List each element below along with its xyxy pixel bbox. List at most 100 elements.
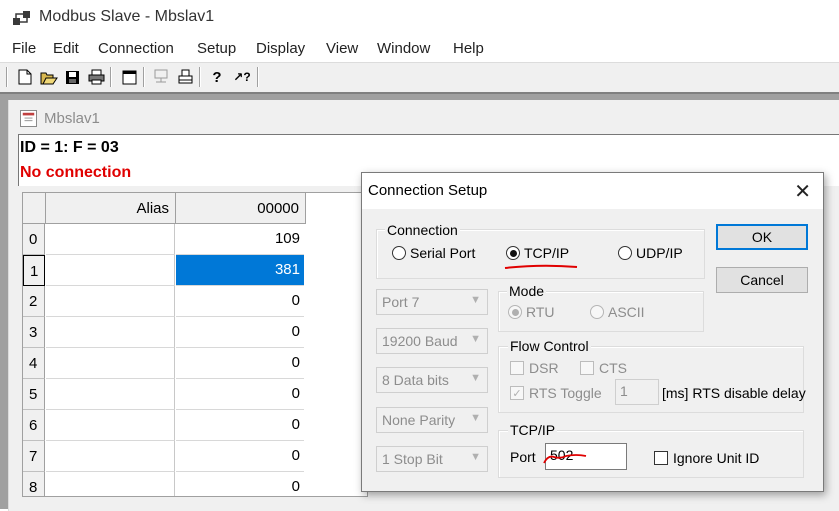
new-document-icon[interactable] [14,66,36,88]
register-value-cell[interactable]: 381 [176,255,304,286]
cts-label: CTS [599,360,627,376]
menu-file[interactable]: File [12,40,36,57]
port-combo-value: Port 7 [382,294,420,310]
menu-display[interactable]: Display [256,40,305,57]
baud-combo[interactable]: 19200 Baud ▼ [376,328,488,354]
register-grid[interactable]: Alias 00000 0 109 1 381 2 0 3 0 4 0 5 0 6 0 7 0 8 0 [22,192,368,497]
port-combo[interactable]: Port 7 ▼ [376,289,488,315]
alias-cell[interactable] [46,286,175,317]
rtu-radio[interactable]: RTU [508,304,555,320]
alias-cell[interactable] [46,255,175,286]
tcp-ip-radio[interactable]: TCP/IP [506,245,569,261]
context-help-icon[interactable]: ↗? [231,66,253,88]
toolbar-separator [110,67,112,87]
alias-cell[interactable] [46,441,175,472]
alias-cell[interactable] [46,472,175,496]
alias-cell[interactable] [46,379,175,410]
row-number-header[interactable]: 5 [23,379,45,410]
radio-circle [392,246,406,260]
alias-cell[interactable] [46,348,175,379]
address-column-header[interactable]: 00000 [176,193,306,224]
printer-setup-icon[interactable] [174,66,196,88]
print-icon[interactable] [85,66,107,88]
ok-button[interactable]: OK [716,224,808,250]
mode-group-label: Mode [507,283,547,299]
document-icon [20,110,37,127]
cts-checkbox[interactable]: CTS [580,360,627,376]
udp-ip-radio[interactable]: UDP/IP [618,245,683,261]
cancel-button[interactable]: Cancel [716,267,808,293]
dsr-checkbox[interactable]: DSR [510,360,559,376]
alias-cell[interactable] [46,410,175,441]
check-mark-icon: ✓ [510,386,524,400]
toolbar-separator [143,67,145,87]
menu-setup[interactable]: Setup [197,40,236,57]
databits-combo[interactable]: 8 Data bits ▼ [376,367,488,393]
menu-connection[interactable]: Connection [98,40,174,57]
save-disk-icon[interactable] [61,66,83,88]
rts-toggle-checkbox[interactable]: ✓ RTS Toggle [510,385,602,401]
register-value-cell[interactable]: 0 [176,286,304,317]
rts-delay-input[interactable]: 1 [615,379,659,405]
rts-toggle-label: RTS Toggle [529,385,602,401]
open-folder-icon[interactable] [38,66,60,88]
menu-view[interactable]: View [326,40,358,57]
menu-edit[interactable]: Edit [53,40,79,57]
alias-cell[interactable] [46,317,175,348]
tcp-ip-label: TCP/IP [524,245,570,261]
row-number-header[interactable]: 7 [23,441,45,472]
parity-combo[interactable]: None Parity ▼ [376,407,488,433]
radio-selected-dot [511,308,519,316]
help-icon[interactable]: ? [206,66,228,88]
dialog-title-bar[interactable]: Connection Setup ✕ [362,173,823,209]
window-title: Modbus Slave - Mbslav1 [39,8,215,25]
row-number-header[interactable]: 1 [23,255,45,286]
row-number-header[interactable]: 3 [23,317,45,348]
alias-cell[interactable] [46,224,175,255]
register-value-cell[interactable]: 0 [176,472,304,496]
ignore-unit-id-label: Ignore Unit ID [673,450,760,466]
annotation-underline [504,264,578,269]
ascii-radio[interactable]: ASCII [590,304,645,320]
register-value-cell[interactable]: 0 [176,317,304,348]
alias-column-header[interactable]: Alias [46,193,176,224]
menu-window[interactable]: Window [377,40,430,57]
parity-combo-value: None Parity [382,412,456,428]
radio-selected-dot [509,249,517,257]
register-value-cell[interactable]: 0 [176,441,304,472]
register-value-cell[interactable]: 0 [176,379,304,410]
menu-help[interactable]: Help [453,40,484,57]
child-title: Mbslav1 [44,110,100,127]
checkbox-box [580,361,594,375]
port-label: Port [510,449,536,465]
close-icon[interactable]: ✕ [794,179,811,204]
toolbar-end [257,67,259,87]
modbus-app-icon [13,11,30,25]
checkbox-box [654,451,668,465]
stopbit-combo[interactable]: 1 Stop Bit ▼ [376,446,488,472]
grid-corner [23,193,46,224]
child-title-bar[interactable]: Mbslav1 [9,106,839,134]
row-number-header[interactable]: 4 [23,348,45,379]
row-number-header[interactable]: 2 [23,286,45,317]
tcpip-group-label: TCP/IP [508,422,558,438]
rtu-label: RTU [526,304,555,320]
chevron-down-icon: ▼ [470,372,481,384]
row-number-header[interactable]: 0 [23,224,45,255]
menu-bar: File Edit Connection Setup Display View … [0,36,839,62]
serial-port-radio[interactable]: Serial Port [392,245,475,261]
connection-group-label: Connection [385,222,460,238]
network-icon[interactable] [150,66,172,88]
connection-status: No connection [20,164,132,181]
window-icon[interactable] [118,66,140,88]
row-number-header[interactable]: 6 [23,410,45,441]
register-value-cell[interactable]: 0 [176,348,304,379]
rts-delay-label: [ms] RTS disable delay [662,385,806,401]
title-bar: Modbus Slave - Mbslav1 [0,0,839,36]
slave-id-function: ID = 1: F = 03 [20,139,119,156]
row-number-header[interactable]: 8 [23,472,45,496]
toolbar-grip [6,67,8,87]
register-value-cell[interactable]: 0 [176,410,304,441]
register-value-cell[interactable]: 109 [176,224,304,255]
ignore-unit-id-checkbox[interactable]: Ignore Unit ID [654,450,759,466]
